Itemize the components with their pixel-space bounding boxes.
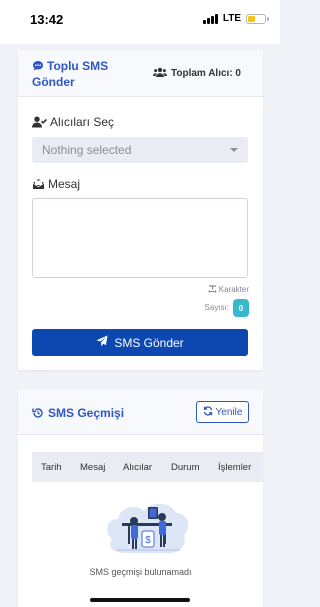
column-header-recipients: Alıcılar bbox=[123, 462, 153, 473]
network-label: LTE bbox=[222, 13, 241, 24]
message-label: Mesaj bbox=[32, 177, 80, 193]
total-recipients-text: Toplam Alıcı: 0 bbox=[170, 68, 241, 79]
bulk-sms-title-line2: Gönder bbox=[32, 75, 75, 89]
envelope-open-icon bbox=[32, 178, 45, 193]
sms-history-title-text: SMS Geçmişi bbox=[48, 406, 125, 420]
send-sms-button[interactable]: SMS Gönder bbox=[32, 329, 248, 356]
char-label-line2: Sayısı: bbox=[204, 303, 229, 312]
column-header-status: Durum bbox=[171, 462, 200, 473]
users-icon bbox=[152, 67, 167, 81]
sms-history-card: SMS Geçmişi Yenile Tarih Mesaj Alıcılar … bbox=[18, 390, 263, 607]
char-count-badge: 0 bbox=[233, 299, 249, 317]
bulk-sms-card: Toplu SMS Gönder Toplam Alıcı: 0 Alıcıla… bbox=[18, 50, 263, 370]
message-label-text: Mesaj bbox=[48, 177, 81, 191]
recipients-select[interactable]: Nothing selected bbox=[32, 137, 248, 163]
send-sms-label: SMS Gönder bbox=[114, 335, 184, 350]
signal-icon bbox=[202, 13, 218, 24]
message-textarea[interactable] bbox=[32, 198, 248, 278]
sms-history-title: SMS Geçmişi bbox=[32, 406, 124, 422]
bulk-sms-header: Toplu SMS Gönder Toplam Alıcı: 0 bbox=[18, 50, 263, 97]
user-check-icon bbox=[32, 116, 47, 131]
column-header-actions: İşlemler bbox=[218, 462, 252, 473]
chevron-down-icon bbox=[230, 148, 238, 152]
sms-history-header: SMS Geçmişi Yenile bbox=[18, 390, 263, 435]
recipients-label-text: Alıcıları Seç bbox=[50, 115, 115, 129]
recipients-label: Alıcıları Seç bbox=[32, 115, 114, 131]
sync-icon bbox=[203, 405, 213, 419]
battery-icon bbox=[246, 13, 269, 24]
paper-plane-icon bbox=[96, 335, 108, 350]
status-time: 13:42 bbox=[30, 12, 64, 27]
column-header-message: Mesaj bbox=[80, 462, 106, 473]
total-recipients: Toplam Alıcı: 0 bbox=[152, 67, 241, 81]
column-header-date: Tarih bbox=[41, 462, 62, 473]
status-bar: 13:42 LTE bbox=[0, 0, 280, 44]
status-indicators: LTE bbox=[202, 13, 269, 24]
history-icon bbox=[32, 407, 44, 422]
recipients-select-value: Nothing selected bbox=[42, 143, 132, 157]
text-width-icon bbox=[208, 285, 217, 297]
svg-text:$: $ bbox=[145, 535, 151, 546]
refresh-label: Yenile bbox=[215, 406, 243, 418]
refresh-button[interactable]: Yenile bbox=[196, 401, 249, 423]
home-indicator bbox=[90, 598, 190, 602]
empty-illustration: $ bbox=[104, 495, 192, 557]
bulk-sms-title: Toplu SMS Gönder bbox=[32, 59, 108, 89]
comment-dots-icon bbox=[32, 60, 44, 75]
char-label-line1: Karakter bbox=[218, 285, 249, 294]
empty-history-text: SMS geçmişi bulunamadı bbox=[89, 567, 192, 577]
char-counter: Karakter Sayısı: 0 bbox=[205, 284, 249, 317]
history-table-header: Tarih Mesaj Alıcılar Durum İşlemler bbox=[32, 452, 263, 482]
bulk-sms-title-line1: Toplu SMS bbox=[47, 59, 109, 73]
